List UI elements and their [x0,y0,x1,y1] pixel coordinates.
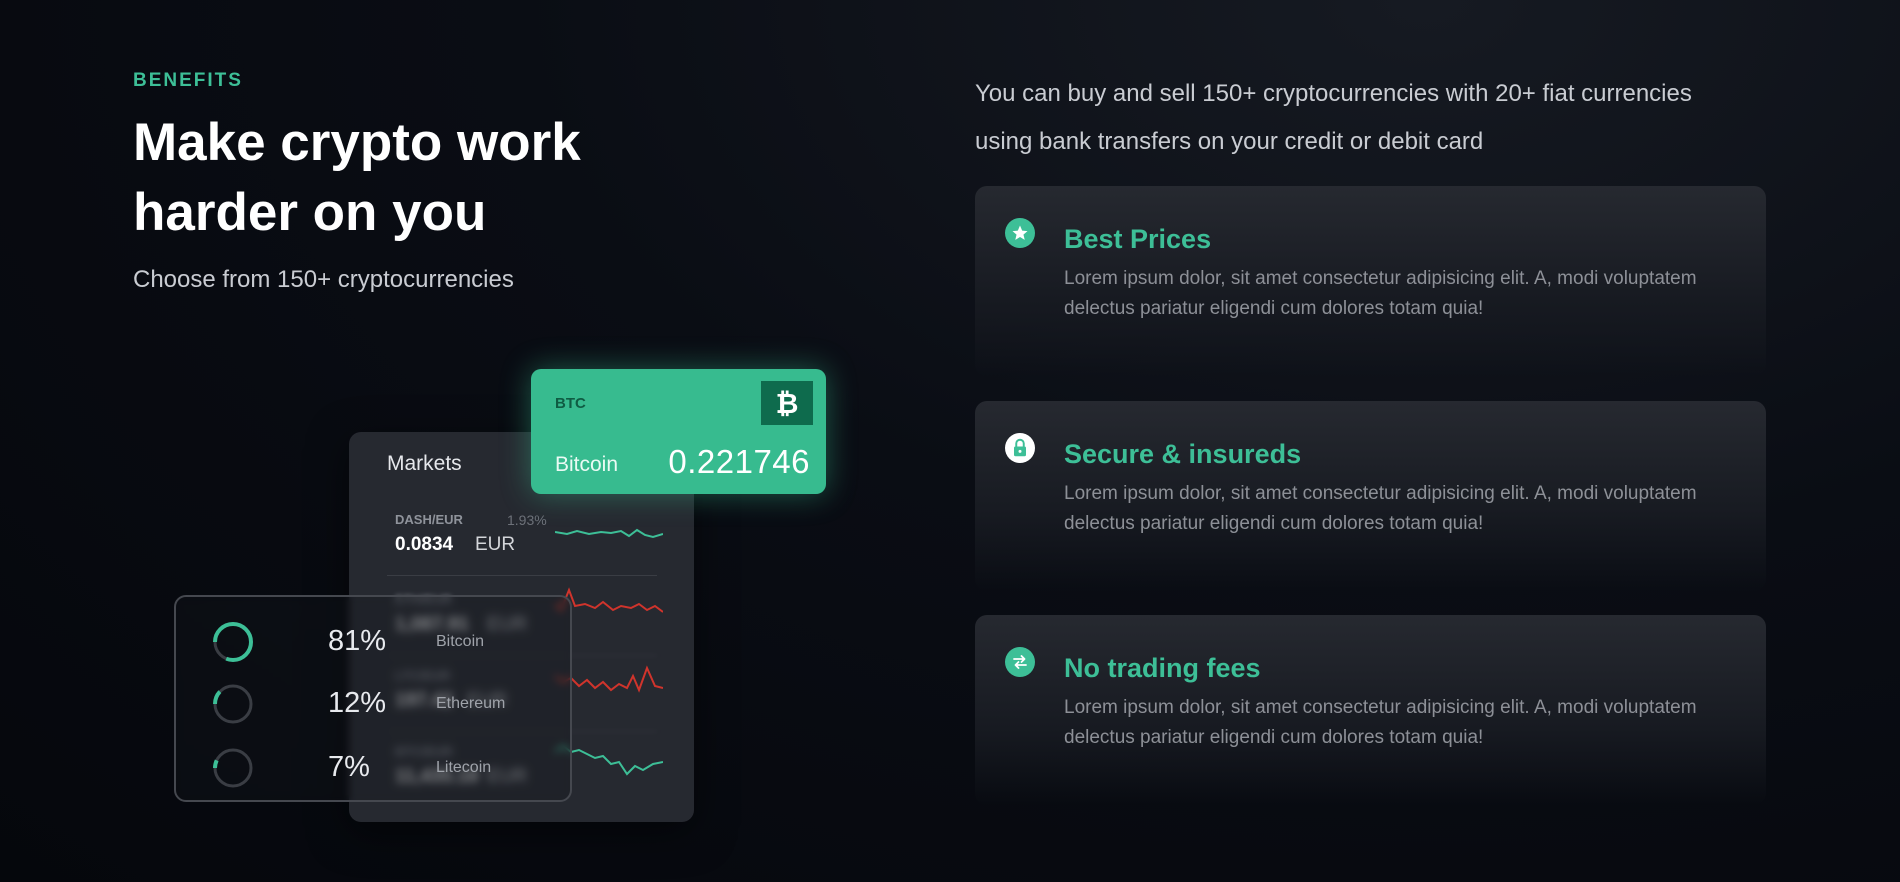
allocation-coin: Litecoin [436,759,492,776]
feature-title: Secure & insureds [1064,439,1302,469]
svg-text:₿: ₿ [776,387,799,419]
sparkline [555,528,663,539]
market-change: 1.93% [507,512,547,528]
allocation-percent: 81% [328,625,387,657]
allocation-percent: 7% [328,751,370,783]
allocation-row: 7% Litecoin [210,745,540,791]
feature-card-best-prices: Best Prices Lorem ipsum dolor, sit amet … [975,186,1766,376]
allocation-row: 81% Bitcoin [210,619,540,665]
btc-balance-card: BTC ₿ Bitcoin 0.221746 [531,369,826,494]
swap-arrows-icon [1005,647,1035,677]
market-currency: EUR [475,534,516,555]
section-subtitle: Choose from 150+ cryptocurrencies [133,266,514,293]
market-row: DASH/EUR 1.93% 0.0834 EUR [387,508,663,576]
progress-ring-icon [213,622,253,662]
markets-title: Markets [387,452,462,475]
intro-text: You can buy and sell 150+ cryptocurrenci… [975,80,1692,155]
bitcoin-icon: ₿ [761,381,813,425]
feature-card-secure: Secure & insureds Lorem ipsum dolor, sit… [975,401,1766,591]
star-icon [1005,218,1035,248]
market-pair: DASH/EUR [395,512,463,527]
feature-title: Best Prices [1064,224,1212,254]
allocation-row: 12% Ethereum [210,681,540,727]
allocation-coin: Ethereum [436,695,506,712]
feature-description: Lorem ipsum dolor, sit amet consectetur … [1064,483,1697,534]
section-title: Make crypto work harder on you [133,113,581,242]
btc-name: Bitcoin [555,453,619,476]
btc-symbol: BTC [555,395,586,412]
section-eyebrow: BENEFITS [133,70,243,91]
allocation-card: 81% Bitcoin 12% Ethereum 7% Litecoin [174,595,572,802]
progress-ring-icon [213,748,253,788]
progress-ring-icon [213,684,253,724]
allocation-percent: 12% [328,687,387,719]
feature-title: No trading fees [1064,653,1261,683]
btc-value: 0.221746 [668,443,810,480]
feature-card-no-fees: No trading fees Lorem ipsum dolor, sit a… [975,615,1766,805]
feature-description: Lorem ipsum dolor, sit amet consectetur … [1064,268,1697,319]
lock-icon [1005,433,1035,463]
feature-description: Lorem ipsum dolor, sit amet consectetur … [1064,697,1697,748]
allocation-coin: Bitcoin [436,633,485,650]
market-price: 0.0834 [395,534,454,555]
